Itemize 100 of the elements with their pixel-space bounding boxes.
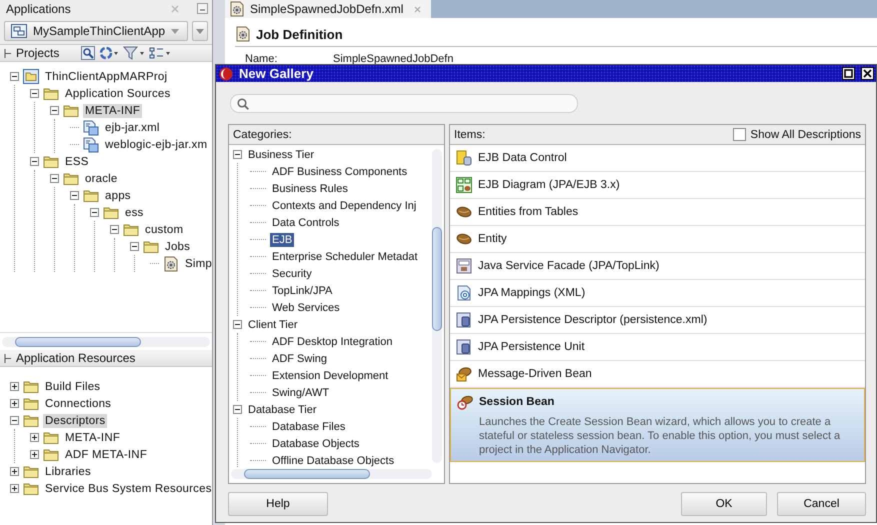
cancel-button[interactable]: Cancel — [777, 492, 866, 516]
checkbox[interactable] — [733, 128, 746, 141]
folder-icon — [123, 222, 139, 238]
tree-item[interactable]: Descriptors — [43, 414, 108, 428]
list-item[interactable]: Java Service Facade (JPA/TopLink) — [450, 253, 865, 280]
collapse-icon[interactable] — [233, 150, 242, 159]
menu-button[interactable] — [192, 21, 208, 41]
list-item[interactable]: Entity — [450, 226, 865, 253]
tree-item[interactable]: Connections — [43, 396, 114, 410]
tree-item[interactable]: ejb-jar.xml — [103, 120, 162, 134]
expand-icon[interactable] — [10, 484, 19, 493]
checkbox-label[interactable]: Show All Descriptions — [750, 128, 861, 140]
tree-item[interactable]: Contexts and Dependency Inj — [270, 198, 418, 212]
tree-item[interactable]: Build Files — [43, 380, 102, 394]
tree-item[interactable]: Database Objects — [270, 436, 362, 450]
clock-bean-icon — [457, 394, 473, 410]
tree-item[interactable]: ess — [123, 206, 146, 220]
expand-icon[interactable] — [10, 467, 19, 476]
collapse-icon[interactable] — [233, 405, 242, 414]
close-icon[interactable] — [861, 67, 874, 80]
collapse-icon[interactable] — [50, 106, 59, 115]
tree-item[interactable]: TopLink/JPA — [270, 284, 334, 298]
page-heading: Job Definition — [256, 26, 343, 42]
scrollbar[interactable] — [432, 149, 442, 463]
folder-icon — [103, 204, 119, 220]
tree-item[interactable]: Enterprise Scheduler Metadat — [270, 250, 420, 264]
tree-item[interactable]: weblogic-ejb-jar.xm — [103, 138, 210, 152]
tree-item[interactable]: Data Controls — [270, 216, 342, 230]
bean-icon — [456, 231, 472, 247]
tree-item[interactable]: Swing/AWT — [270, 386, 332, 400]
diagram-icon — [456, 177, 472, 193]
collapse-icon[interactable] — [130, 242, 139, 251]
collapse-icon[interactable] — [10, 72, 19, 81]
collapse-icon[interactable] — [90, 208, 99, 217]
collapse-icon[interactable] — [50, 174, 59, 183]
list-item[interactable]: Entities from Tables — [450, 199, 865, 226]
tree-item[interactable]: Business Rules — [270, 182, 350, 196]
application-dropdown[interactable]: MySampleThinClientApp — [4, 21, 188, 41]
list-item[interactable]: JPA Persistence Unit — [450, 334, 865, 361]
maximize-icon[interactable] — [842, 67, 855, 80]
tree-item[interactable]: Web Services — [270, 300, 342, 314]
tree-item[interactable]: ThinClientAppMARProj — [43, 70, 170, 84]
search-icon[interactable] — [81, 46, 96, 60]
list-item[interactable]: EJB Diagram (JPA/EJB 3.x) — [450, 172, 865, 199]
tree-item[interactable]: Offline Database Objects — [270, 454, 396, 467]
tree-item[interactable]: ADF Swing — [270, 352, 330, 366]
tree-item[interactable]: Business Tier — [246, 148, 316, 162]
collapse-icon[interactable] — [30, 157, 39, 166]
collapse-icon[interactable] — [110, 225, 119, 234]
tree-item[interactable]: Jobs — [163, 240, 192, 254]
collapse-icon[interactable] — [70, 191, 79, 200]
persistence-icon — [456, 312, 472, 328]
tree-item[interactable]: Libraries — [43, 464, 93, 478]
help-button[interactable]: Help — [228, 492, 328, 516]
expand-icon[interactable] — [30, 450, 39, 459]
sync-icon[interactable] — [99, 46, 120, 60]
collapse-icon[interactable] — [4, 354, 12, 362]
list-item[interactable]: JPA Mappings (XML) — [450, 280, 865, 307]
collapse-icon[interactable] — [4, 48, 12, 58]
tree-item[interactable]: Database Tier — [246, 402, 318, 416]
ok-button[interactable]: OK — [681, 492, 767, 516]
tree-item[interactable]: Security — [270, 266, 314, 280]
collapse-icon[interactable] — [10, 416, 19, 425]
section-header[interactable]: Projects — [16, 46, 60, 60]
tree-item[interactable]: Extension Development — [270, 368, 390, 382]
expand-icon[interactable] — [10, 399, 19, 408]
collapse-icon[interactable] — [233, 320, 242, 329]
tree-item[interactable]: ADF Business Components — [270, 164, 410, 178]
tree-item[interactable]: Application Sources — [63, 86, 172, 100]
panel-title: Applications — [6, 2, 72, 16]
tree-item[interactable]: custom — [143, 222, 186, 236]
editor-tab[interactable]: SimpleSpawnedJobDefn.xml — [225, 0, 432, 18]
expand-icon[interactable] — [30, 433, 39, 442]
search-field[interactable] — [230, 94, 578, 113]
tree-item[interactable]: ADF Desktop Integration — [270, 334, 394, 348]
tree-item[interactable]: apps — [103, 188, 133, 202]
list-item[interactable]: JPA Persistence Descriptor (persistence.xml) — [450, 307, 865, 334]
tree-item[interactable]: EJB — [270, 232, 294, 246]
list-item[interactable]: EJB Data Control — [450, 145, 865, 172]
tree-item[interactable]: Service Bus System Resources — [43, 482, 212, 496]
list-item[interactable]: Session Bean Launches the Create Session Bean wizard, which allows you to create a stateful or stateless session bean. To enable this option, you must select a project in the Application Navigator. — [450, 388, 865, 462]
scrollbar[interactable] — [231, 469, 432, 479]
gear-document-icon — [235, 26, 251, 42]
layout-icon[interactable] — [149, 46, 172, 60]
tree-item[interactable]: Client Tier — [246, 318, 300, 332]
folder-icon — [143, 238, 159, 254]
tree-item[interactable]: ADF META-INF — [63, 448, 150, 462]
folder-icon — [83, 188, 99, 204]
folder-icon — [23, 480, 39, 496]
minimize-icon[interactable] — [197, 3, 208, 14]
collapse-icon[interactable] — [30, 89, 39, 98]
filter-icon[interactable] — [123, 46, 146, 60]
tree-item[interactable]: META-INF — [63, 430, 122, 444]
tree-item[interactable]: META-INF — [83, 104, 142, 118]
scrollbar[interactable] — [2, 337, 210, 347]
tree-item[interactable]: oracle — [83, 172, 120, 186]
tree-item[interactable]: Database Files — [270, 420, 348, 434]
tree-item[interactable]: Simp — [183, 256, 212, 270]
expand-icon[interactable] — [10, 382, 19, 391]
tree-item[interactable]: ESS — [63, 154, 91, 168]
